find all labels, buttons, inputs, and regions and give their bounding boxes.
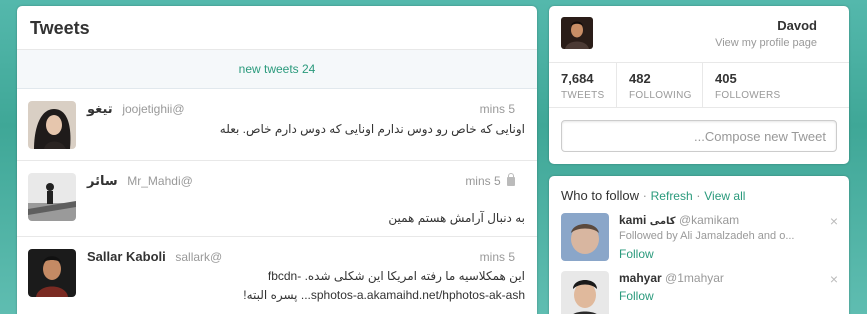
tweet-header: سائر Mr_Mahdi@ — [87, 173, 193, 189]
close-icon[interactable]: × — [830, 271, 838, 287]
suggestion-handle[interactable]: @kamikam — [679, 213, 739, 227]
timeline-panel: Tweets new tweets 24 تیغو joojetighii@ m… — [17, 6, 537, 314]
avatar[interactable] — [561, 17, 593, 49]
stat-followers[interactable]: 405 FOLLOWERS — [703, 63, 849, 107]
suggestion-fullname[interactable]: kami — [619, 213, 646, 227]
tweet-text-line: این همکلاسیه ما رفته امریکا این شکلی شده… — [267, 269, 525, 283]
profile-name[interactable]: Davod — [777, 18, 817, 33]
suggestion-name[interactable]: mahyar @1mahyar — [619, 271, 724, 285]
view-all-link[interactable]: View all — [704, 189, 745, 203]
compose-tweet-input[interactable] — [561, 120, 837, 152]
stat-value: 7,684 — [561, 71, 594, 86]
tweet-time[interactable]: mins 5 — [480, 102, 515, 116]
tweet-item[interactable]: Sallar Kaboli sallark@ mins 5 این همکلاس… — [17, 237, 537, 314]
avatar[interactable] — [28, 101, 76, 149]
lock-icon — [507, 173, 515, 186]
tweet-header: تیغو joojetighii@ — [87, 101, 185, 117]
suggestion-fullname-extra: کامی — [649, 216, 676, 227]
tweet-item[interactable]: سائر Mr_Mahdi@ mins 5 به دنبال آرامش هست… — [17, 161, 537, 237]
tweet-fullname[interactable]: سائر — [87, 173, 118, 188]
who-to-follow-panel: Who to follow · Refresh · View all kami … — [549, 176, 849, 314]
follow-button[interactable]: Follow — [619, 289, 654, 303]
timeline-title: Tweets — [17, 6, 537, 50]
who-to-follow-title: Who to follow — [561, 188, 640, 203]
view-profile-link[interactable]: View my profile page — [715, 37, 817, 49]
tweet-text: به دنبال آرامش هستم همین — [388, 211, 525, 225]
suggestion-handle[interactable]: @1mahyar — [665, 271, 724, 285]
new-tweets-bar[interactable]: new tweets 24 — [17, 50, 537, 89]
suggestion-item: kami کامی @kamikam Followed by Ali Jamal… — [561, 213, 841, 263]
tweet-time[interactable]: mins 5 — [480, 250, 515, 264]
tweet-item[interactable]: تیغو joojetighii@ mins 5 اونایی که خاص ر… — [17, 89, 537, 161]
suggestion-name[interactable]: kami کامی @kamikam — [619, 213, 739, 227]
profile-card: Davod View my profile page 7,684 TWEETS … — [549, 6, 849, 164]
follow-button[interactable]: Follow — [619, 247, 654, 261]
refresh-link[interactable]: Refresh — [651, 189, 693, 203]
avatar[interactable] — [561, 213, 609, 261]
tweet-username[interactable]: joojetighii@ — [122, 102, 184, 116]
suggestion-item: mahyar @1mahyar Follow × — [561, 271, 841, 314]
profile-stats: 7,684 TWEETS 482 FOLLOWING 405 FOLLOWERS — [549, 62, 849, 108]
tweet-username[interactable]: sallark@ — [175, 250, 222, 264]
stat-value: 482 — [629, 71, 651, 86]
tweet-time-label[interactable]: mins 5 — [465, 174, 500, 188]
tweet-header: Sallar Kaboli sallark@ — [87, 249, 222, 264]
stat-following[interactable]: 482 FOLLOWING — [617, 63, 703, 107]
stat-value: 405 — [715, 71, 737, 86]
separator: · — [642, 188, 648, 203]
tweet-username[interactable]: Mr_Mahdi@ — [127, 174, 193, 188]
tweet-time: mins 5 — [465, 173, 515, 188]
avatar[interactable] — [561, 271, 609, 314]
avatar[interactable] — [28, 173, 76, 221]
stat-tweets[interactable]: 7,684 TWEETS — [549, 63, 617, 107]
tweet-link-line[interactable]: sphotos-a.akamaihd.net/hphotos-ak-ash...… — [243, 288, 525, 302]
who-to-follow-header: Who to follow · Refresh · View all — [561, 188, 745, 203]
close-icon[interactable]: × — [830, 213, 838, 229]
followed-by-text: Followed by Ali Jamalzadeh and o... — [619, 230, 795, 242]
tweet-text: اونایی که خاص رو دوس ندارم اونایی که دوس… — [219, 122, 525, 136]
tweet-fullname[interactable]: Sallar Kaboli — [87, 249, 166, 264]
tweet-fullname[interactable]: تیغو — [87, 101, 113, 116]
stat-label: FOLLOWING — [629, 90, 692, 101]
stat-label: FOLLOWERS — [715, 90, 781, 101]
stat-label: TWEETS — [561, 90, 605, 101]
suggestion-fullname[interactable]: mahyar — [619, 271, 662, 285]
avatar[interactable] — [28, 249, 76, 297]
separator: · — [696, 188, 701, 203]
